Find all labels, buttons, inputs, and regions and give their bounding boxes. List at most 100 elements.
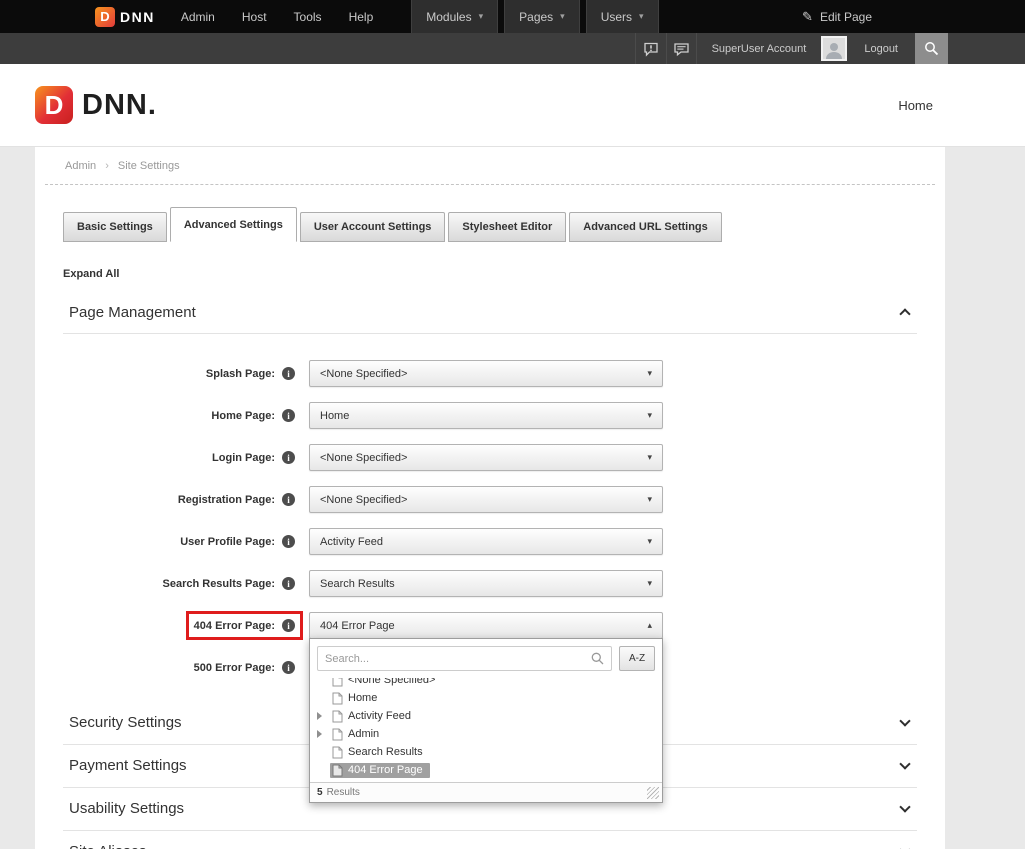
nav-help[interactable]: Help — [349, 10, 374, 24]
picker-item-admin[interactable]: Admin — [317, 725, 655, 743]
tab-advanced-url-settings[interactable]: Advanced URL Settings — [569, 212, 722, 242]
nav-host[interactable]: Host — [242, 10, 267, 24]
dnn-logo-word: DNN — [120, 9, 155, 25]
login-page-select[interactable]: <None Specified> ▾ — [309, 444, 663, 471]
info-icon[interactable]: i — [282, 367, 295, 380]
form-row-user-profile-page: User Profile Page: i Activity Feed ▾ — [63, 528, 917, 555]
home-page-select[interactable]: Home ▾ — [309, 402, 663, 429]
picker-search-input[interactable] — [325, 653, 591, 665]
tab-user-account-settings[interactable]: User Account Settings — [300, 212, 446, 242]
select-value: <None Specified> — [320, 368, 407, 380]
logout-button[interactable]: Logout — [847, 43, 915, 55]
picker-search-row: A-Z — [310, 639, 662, 678]
select-value: <None Specified> — [320, 452, 407, 464]
dnn-logo-mark-icon: D — [35, 86, 73, 124]
search-button[interactable] — [915, 33, 948, 64]
info-icon[interactable]: i — [282, 493, 295, 506]
menu-pages[interactable]: Pages ▾ — [504, 0, 580, 33]
info-icon[interactable]: i — [282, 619, 295, 632]
user-account-link[interactable]: SuperUser Account — [697, 43, 822, 55]
picker-item-label: 404 Error Page — [348, 764, 423, 776]
breadcrumb: Admin › Site Settings — [45, 147, 935, 185]
error-404-page-select[interactable]: 404 Error Page ▴ — [309, 612, 663, 639]
breadcrumb-admin[interactable]: Admin — [65, 160, 96, 172]
dnn-logo-small: D DNN — [95, 7, 155, 27]
tab-stylesheet-editor[interactable]: Stylesheet Editor — [448, 212, 566, 242]
select-value: 404 Error Page — [320, 620, 395, 632]
select-value: <None Specified> — [320, 494, 407, 506]
picker-item-activity-feed[interactable]: Activity Feed — [317, 707, 655, 725]
picker-tree: <None Specified> — [310, 678, 662, 782]
field-label: Splash Page: — [206, 368, 275, 380]
page-icon — [332, 746, 343, 759]
chevron-down-icon — [899, 715, 910, 726]
field-label-cell: Splash Page: i — [63, 367, 295, 380]
nav-admin[interactable]: Admin — [181, 10, 215, 24]
section-title: Payment Settings — [69, 757, 187, 774]
field-label-cell: Login Page: i — [63, 451, 295, 464]
user-bar: SuperUser Account Logout — [0, 33, 1025, 64]
select-cell: Activity Feed ▾ — [309, 528, 663, 555]
menu-users[interactable]: Users ▾ — [586, 0, 659, 33]
field-label-cell: 500 Error Page: i — [63, 661, 295, 674]
section-title: Page Management — [69, 304, 196, 321]
select-value: Activity Feed — [320, 536, 383, 548]
results-label: Results — [327, 787, 360, 798]
avatar[interactable] — [821, 36, 847, 61]
page-icon — [332, 764, 343, 777]
picker-item-home[interactable]: Home — [317, 689, 655, 707]
picker-item-label: Home — [348, 692, 377, 704]
info-icon[interactable]: i — [282, 535, 295, 548]
field-label-cell: Search Results Page: i — [63, 577, 295, 590]
select-cell: <None Specified> ▾ — [309, 444, 663, 471]
messages-button[interactable] — [666, 33, 697, 64]
form-row-splash-page: Splash Page: i <None Specified> ▾ — [63, 360, 917, 387]
expand-arrow-icon[interactable] — [317, 712, 330, 720]
search-results-page-select[interactable]: Search Results ▾ — [309, 570, 663, 597]
form-row-home-page: Home Page: i Home ▾ — [63, 402, 917, 429]
resize-handle[interactable] — [647, 787, 659, 799]
expand-all-link[interactable]: Expand All — [63, 268, 119, 280]
picker-item-label: Admin — [348, 728, 379, 740]
section-site-aliases[interactable]: Site Aliases — [63, 831, 917, 849]
form-row-registration-page: Registration Page: i <None Specified> ▾ — [63, 486, 917, 513]
notifications-button[interactable] — [635, 33, 666, 64]
page-background: Admin › Site Settings Basic Settings Adv… — [0, 147, 1025, 849]
page-icon — [332, 692, 343, 705]
select-cell: <None Specified> ▾ — [309, 360, 663, 387]
section-page-management[interactable]: Page Management — [63, 296, 917, 334]
section-title: Usability Settings — [69, 800, 184, 817]
page-management-form: Splash Page: i <None Specified> ▾ H — [63, 334, 917, 681]
tab-advanced-settings[interactable]: Advanced Settings — [170, 207, 297, 242]
control-nav: Admin Host Tools Help — [181, 10, 373, 24]
form-row-404-error-page: 404 Error Page: i 404 Error Page ▴ — [63, 612, 917, 639]
info-icon[interactable]: i — [282, 577, 295, 590]
menu-modules[interactable]: Modules ▾ — [411, 0, 498, 33]
nav-home-link[interactable]: Home — [898, 98, 933, 113]
picker-item-none-specified[interactable]: <None Specified> — [317, 678, 655, 689]
info-icon[interactable]: i — [282, 661, 295, 674]
picker-item-label: <None Specified> — [348, 678, 435, 686]
nav-tools[interactable]: Tools — [294, 10, 322, 24]
edit-page-button[interactable]: ✎ Edit Page — [802, 9, 872, 25]
picker-item-404-error-page[interactable]: 404 Error Page — [317, 761, 655, 779]
user-profile-page-select[interactable]: Activity Feed ▾ — [309, 528, 663, 555]
caret-down-icon: ▾ — [647, 369, 652, 378]
alert-bubble-icon — [643, 41, 659, 57]
sort-az-button[interactable]: A-Z — [619, 646, 655, 671]
picker-item-search-results[interactable]: Search Results — [317, 743, 655, 761]
splash-page-select[interactable]: <None Specified> ▾ — [309, 360, 663, 387]
expand-arrow-icon[interactable] — [317, 730, 330, 738]
registration-page-select[interactable]: <None Specified> ▾ — [309, 486, 663, 513]
field-label: Home Page: — [211, 410, 275, 422]
tab-basic-settings[interactable]: Basic Settings — [63, 212, 167, 242]
page-icon — [332, 728, 343, 741]
info-icon[interactable]: i — [282, 451, 295, 464]
select-cell: Home ▾ — [309, 402, 663, 429]
chevron-down-icon — [899, 844, 910, 849]
menu-pages-label: Pages — [519, 10, 553, 24]
info-icon[interactable]: i — [282, 409, 295, 422]
breadcrumb-site-settings[interactable]: Site Settings — [118, 160, 180, 172]
caret-down-icon: ▾ — [647, 537, 652, 546]
page-picker-dropdown: A-Z — [309, 638, 663, 803]
